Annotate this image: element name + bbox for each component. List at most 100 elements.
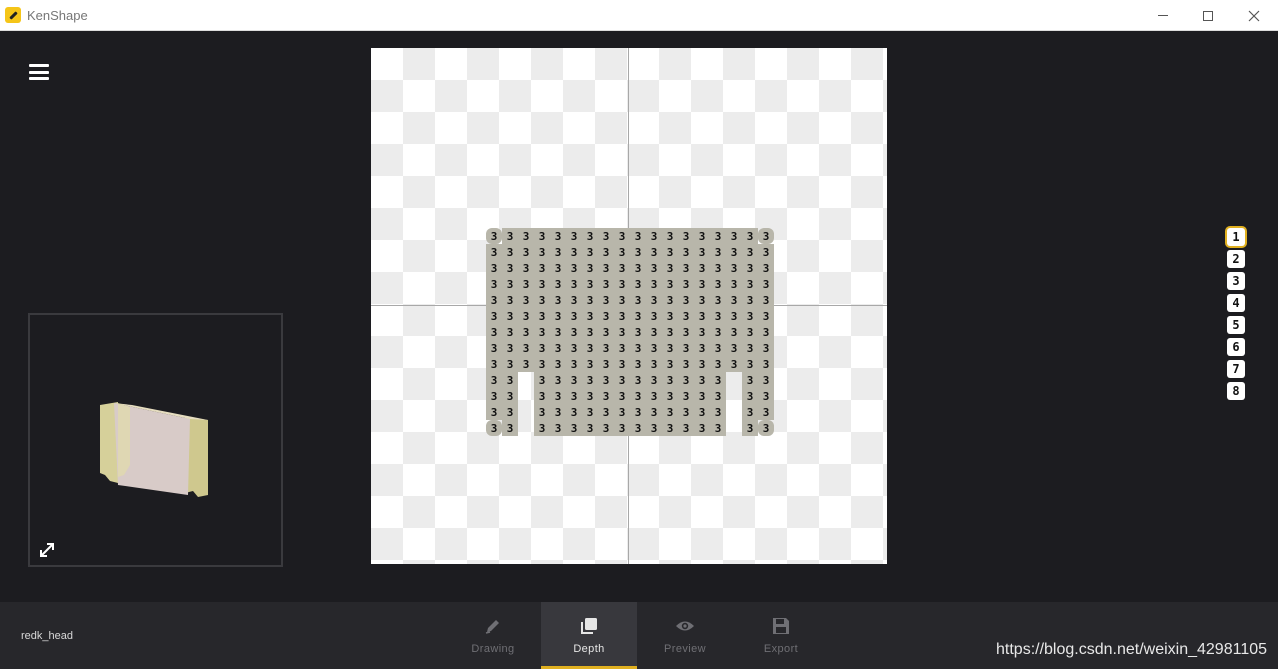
depth-cell-label: 3 (603, 406, 610, 419)
depth-cell-label: 3 (667, 262, 674, 275)
depth-level-7-button[interactable]: 7 (1227, 360, 1245, 378)
depth-cell-label: 3 (731, 294, 738, 307)
depth-level-8-button[interactable]: 8 (1227, 382, 1245, 400)
depth-cell-label: 3 (731, 278, 738, 291)
depth-cell-label: 3 (747, 406, 754, 419)
depth-cell-label: 3 (507, 294, 514, 307)
depth-cell-label: 3 (491, 262, 498, 275)
depth-cell-label: 3 (523, 358, 530, 371)
depth-cell-label: 3 (539, 230, 546, 243)
depth-level-4-button[interactable]: 4 (1227, 294, 1245, 312)
close-button[interactable] (1231, 0, 1277, 31)
depth-cell-label: 3 (619, 262, 626, 275)
depth-cell-label: 3 (715, 326, 722, 339)
pencil-icon (5, 7, 21, 23)
depth-cell-label: 3 (587, 294, 594, 307)
title-bar: KenShape (0, 0, 1278, 31)
depth-cell-label: 3 (651, 230, 658, 243)
depth-cell-label: 3 (587, 406, 594, 419)
depth-cell-label: 3 (747, 342, 754, 355)
depth-cell-label: 3 (763, 390, 770, 403)
tab-depth[interactable]: Depth (541, 602, 637, 669)
depth-cell-label: 3 (763, 230, 770, 243)
depth-cell-label: 3 (587, 262, 594, 275)
depth-cell-label: 3 (715, 358, 722, 371)
depth-cell-label: 3 (523, 262, 530, 275)
depth-level-5-button[interactable]: 5 (1227, 316, 1245, 334)
hamburger-menu-icon[interactable] (28, 62, 50, 82)
depth-cell-label: 3 (619, 310, 626, 323)
depth-level-6-button[interactable]: 6 (1227, 338, 1245, 356)
depth-cell-label: 3 (635, 262, 642, 275)
depth-cell-label: 3 (603, 246, 610, 259)
depth-cell-label: 3 (507, 310, 514, 323)
depth-cell-label: 3 (747, 358, 754, 371)
depth-cell-label: 3 (763, 310, 770, 323)
depth-cell-label: 3 (763, 326, 770, 339)
depth-cell-label: 3 (555, 310, 562, 323)
depth-cell-label: 3 (635, 326, 642, 339)
depth-level-2-button[interactable]: 2 (1227, 250, 1245, 268)
depth-cell-label: 3 (731, 358, 738, 371)
depth-cell-label: 3 (747, 246, 754, 259)
depth-cell-label: 3 (571, 358, 578, 371)
depth-cell-label: 3 (555, 358, 562, 371)
depth-cell-label: 3 (587, 310, 594, 323)
depth-cell-label: 3 (715, 310, 722, 323)
depth-cell-label: 3 (539, 326, 546, 339)
tab-export-label: Export (763, 643, 799, 655)
depth-cell-label: 3 (715, 342, 722, 355)
depth-cell-label: 3 (651, 262, 658, 275)
expand-arrows-icon[interactable] (38, 541, 56, 559)
depth-cell-label: 3 (571, 390, 578, 403)
depth-cell-label: 3 (507, 246, 514, 259)
depth-cell-label: 3 (699, 390, 706, 403)
depth-cell-label: 3 (539, 310, 546, 323)
bottom-bar: redk_head Drawing Depth Preview Export h… (0, 602, 1278, 669)
depth-cell-label: 3 (555, 390, 562, 403)
depth-cell-label: 3 (603, 374, 610, 387)
pixel-shape[interactable]: 3 3 3 3 3 3 3 3 3 3 3 3 3 3 3 3 3 33 3 3 3 3 3 3 3 3 3 3 3 3 3 3 3 3 33 3 3 3… (371, 48, 887, 564)
depth-cell-label: 3 (571, 278, 578, 291)
tab-export[interactable]: Export (733, 602, 829, 669)
depth-cell-label: 3 (763, 374, 770, 387)
drawing-canvas[interactable]: 3333333333333333333333333333333333333333… (371, 48, 887, 564)
depth-cell-label: 3 (619, 246, 626, 259)
depth-cell-label: 3 (539, 342, 546, 355)
depth-cell-label: 3 (683, 262, 690, 275)
depth-cell-label: 3 (683, 342, 690, 355)
depth-cell-label: 3 (539, 358, 546, 371)
depth-cell-label: 3 (491, 326, 498, 339)
tab-drawing[interactable]: Drawing (445, 602, 541, 669)
depth-cell-label: 3 (555, 262, 562, 275)
depth-cell-label: 3 (699, 278, 706, 291)
depth-cell-label: 3 (667, 294, 674, 307)
depth-level-3-button[interactable]: 3 (1227, 272, 1245, 290)
maximize-icon (1203, 10, 1213, 21)
depth-cell-label: 3 (619, 390, 626, 403)
depth-cell-label: 3 (683, 310, 690, 323)
preview-3d-panel[interactable] (28, 313, 283, 567)
depth-cell-label: 3 (667, 326, 674, 339)
tab-preview[interactable]: Preview (637, 602, 733, 669)
depth-cell-label: 3 (619, 422, 626, 435)
depth-level-1-button[interactable]: 1 (1227, 228, 1245, 246)
depth-cell-label: 3 (699, 422, 706, 435)
depth-cell-label: 3 (619, 358, 626, 371)
depth-cell-label: 3 (603, 390, 610, 403)
depth-cell-label: 3 (635, 358, 642, 371)
minimize-button[interactable] (1140, 0, 1186, 31)
depth-cell-label: 3 (763, 422, 770, 435)
depth-cell-label: 3 (731, 230, 738, 243)
depth-cell-label: 3 (651, 294, 658, 307)
depth-cell-label: 3 (539, 406, 546, 419)
depth-cell-label: 3 (683, 358, 690, 371)
depth-cell-label: 3 (747, 390, 754, 403)
depth-cell-label: 3 (539, 294, 546, 307)
depth-cell-label: 3 (619, 294, 626, 307)
depth-cell-label: 3 (651, 406, 658, 419)
depth-cell-label: 3 (747, 230, 754, 243)
maximize-button[interactable] (1185, 0, 1231, 31)
depth-cell-label: 3 (635, 246, 642, 259)
depth-cell-label: 3 (571, 406, 578, 419)
